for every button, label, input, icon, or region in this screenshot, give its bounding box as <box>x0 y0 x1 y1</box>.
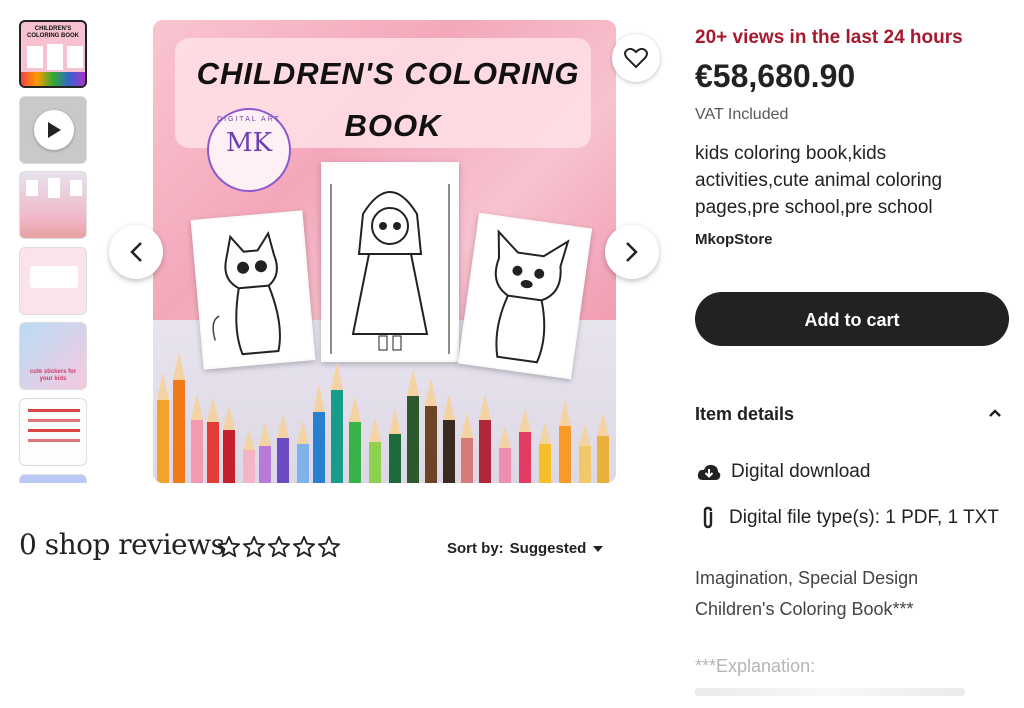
star-icon <box>318 536 340 557</box>
star-icon <box>268 536 290 557</box>
thumbnail-7[interactable] <box>19 474 87 483</box>
star-icon <box>243 536 265 557</box>
thumbnail-5-caption: cute stickers for your kids <box>29 369 77 382</box>
product-price: €58,680.90 <box>695 58 856 94</box>
previous-image-button[interactable] <box>109 225 163 279</box>
add-to-cart-button[interactable]: Add to cart <box>695 292 1009 346</box>
product-main-image[interactable]: CHILDREN'S COLORING BOOK DIGITAL ART MK <box>153 20 616 483</box>
description-line: Imagination, Special Design <box>695 568 919 588</box>
feature-file-types: Digital file type(s): 1 PDF, 1 TXT <box>697 506 999 530</box>
chevron-left-icon <box>130 242 142 262</box>
chevron-up-icon[interactable] <box>988 408 1002 418</box>
favorite-button[interactable] <box>612 34 660 82</box>
sort-dropdown[interactable]: Sort by: Suggested <box>447 540 604 557</box>
thumbnail-3[interactable] <box>19 171 87 239</box>
item-details-toggle[interactable]: Item details <box>695 404 1007 425</box>
hero-title-line1: CHILDREN'S COLORING <box>196 56 580 91</box>
star-icon <box>293 536 315 557</box>
chevron-right-icon <box>626 242 638 262</box>
star-rating <box>218 536 340 557</box>
thumbnail-2-video[interactable] <box>19 96 87 164</box>
next-image-button[interactable] <box>605 225 659 279</box>
thumbnail-1-title: CHILDREN'S COLORING BOOK <box>27 26 79 39</box>
thumbnail-strip: CHILDREN'S COLORING BOOK cute stickers f… <box>19 20 89 483</box>
store-link[interactable]: MkopStore <box>695 231 773 248</box>
truncated-text-fade <box>695 688 965 696</box>
thumbnail-1[interactable]: CHILDREN'S COLORING BOOK <box>19 20 87 88</box>
product-title: kids coloring book,kids activities,cute … <box>695 143 943 218</box>
logo-monogram: MK <box>225 128 273 158</box>
description-line: Children's Coloring Book*** <box>695 599 914 619</box>
thumbnail-6[interactable] <box>19 398 87 466</box>
item-description: Imagination, Special Design Children's C… <box>695 563 995 625</box>
caret-down-icon <box>593 545 604 552</box>
cloud-download-icon <box>697 464 721 480</box>
hero-title-line2: BOOK <box>344 108 442 143</box>
star-icon <box>218 536 240 557</box>
thumbnail-4[interactable] <box>19 247 87 315</box>
feature-digital-download: Digital download <box>697 461 870 483</box>
colored-pencils <box>157 352 609 483</box>
feature-label: Digital file type(s): 1 PDF, 1 TXT <box>729 507 999 528</box>
shop-reviews-heading: 0 shop reviews <box>19 528 225 561</box>
thumbnail-5[interactable]: cute stickers for your kids <box>19 322 87 390</box>
sort-label: Sort by: <box>447 540 504 557</box>
play-icon <box>34 110 74 150</box>
coloring-page-cat <box>190 210 316 370</box>
coloring-page-girl <box>321 162 459 362</box>
views-badge: 20+ views in the last 24 hours <box>695 27 963 48</box>
sort-value: Suggested <box>509 540 587 557</box>
brand-logo: DIGITAL ART MK <box>207 108 291 192</box>
heart-icon <box>624 47 648 69</box>
explanation-text: ***Explanation: <box>695 656 816 676</box>
feature-label: Digital download <box>731 461 871 482</box>
paperclip-icon <box>703 506 713 529</box>
vat-note: VAT Included <box>695 106 789 123</box>
logo-arc-text: DIGITAL ART <box>217 116 281 123</box>
